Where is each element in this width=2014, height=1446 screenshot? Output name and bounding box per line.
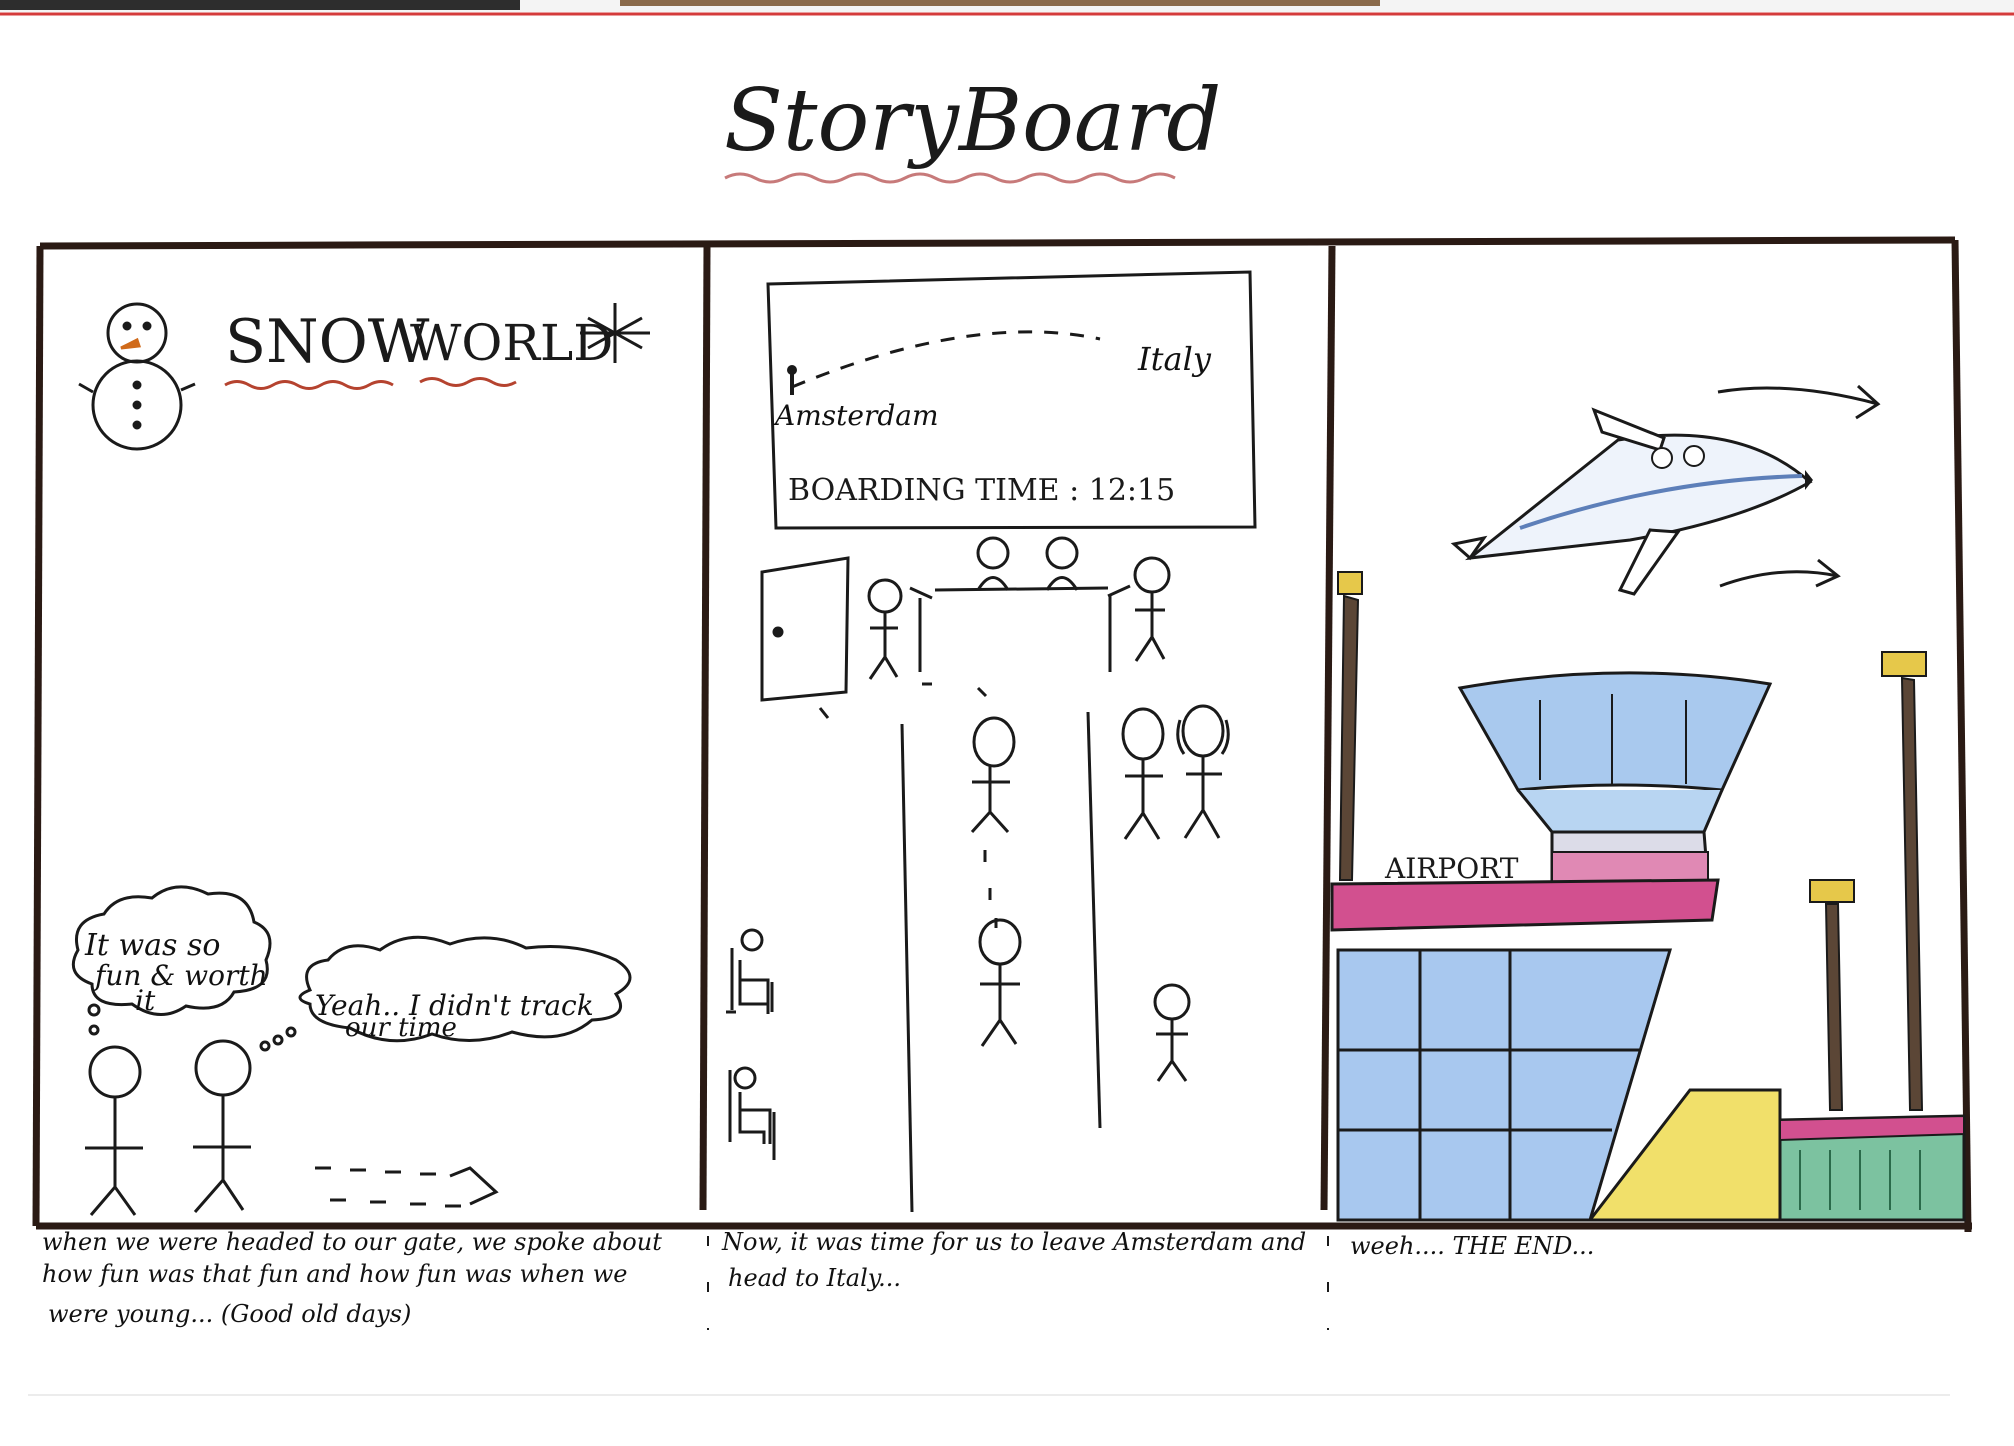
thought-bubble-2: Yeah.. I didn't track our time: [259, 935, 632, 1052]
snow-underline: [224, 380, 394, 390]
terminal-building: [1330, 878, 1966, 1222]
page-title: StoryBoard: [724, 71, 1221, 171]
bubble-1-line-1: It was so: [84, 928, 220, 963]
gate-counter: [909, 584, 1131, 672]
caption-2-line-2: head to Italy...: [728, 1264, 901, 1292]
panel-1: SNOW WORLD It was so fun & worth it Yeah…: [71, 302, 650, 1216]
panel-3: AIRPORT: [1330, 384, 1966, 1222]
light-pole-right-bottom: [1809, 879, 1855, 1111]
motion-lines: [315, 1166, 499, 1208]
person-left: [867, 578, 903, 680]
bubble-1-line-2: fun & worth: [93, 959, 268, 992]
motion-arrow-bottom: [1719, 558, 1841, 588]
bubble-1-line-3: it: [135, 984, 156, 1017]
title-underline: [724, 172, 1176, 184]
passenger-2: [978, 918, 1022, 1047]
passenger-3: [1121, 707, 1165, 840]
passenger-4: [1176, 704, 1230, 839]
motion-arrow-top: [1717, 384, 1881, 420]
stick-figure-1: [85, 1045, 143, 1216]
passenger-5: [1153, 983, 1191, 1082]
snow-heading: SNOW: [225, 307, 430, 377]
world-underline: [419, 377, 517, 387]
light-pole-left: [1337, 571, 1363, 881]
origin-city: Amsterdam: [772, 399, 939, 432]
caption-3-line-1: weeh.... THE END...: [1350, 1232, 1594, 1260]
light-pole-right-top: [1881, 651, 1927, 1111]
stick-figure-2: [193, 1039, 252, 1213]
panel-2: Amsterdam Italy BOARDING TIME : 12:15: [726, 270, 1257, 1213]
thought-bubble-1: It was so fun & worth it: [71, 885, 272, 1036]
person-right: [1133, 556, 1171, 662]
bubble-2-line-2: our time: [345, 1013, 457, 1043]
boarding-time: BOARDING TIME : 12:15: [788, 473, 1175, 508]
staff-2: [1045, 536, 1079, 591]
airport-sign: AIRPORT: [1384, 852, 1519, 885]
caption-1-line-1: when we were headed to our gate, we spok…: [42, 1228, 662, 1256]
caption-1-line-3: were young... (Good old days): [48, 1300, 411, 1328]
seated-person-1: [726, 928, 774, 1014]
door-icon: [760, 556, 850, 702]
storyboard-sheet: StoryBoard SNOW WORLD It was so fun & wo…: [0, 0, 2014, 1446]
corridor: [818, 682, 1102, 1213]
destination-city: Italy: [1137, 340, 1212, 378]
caption-2-line-1: Now, it was time for us to leave Amsterd…: [721, 1228, 1306, 1256]
airplane-icon: [1450, 407, 1813, 596]
captions: when we were headed to our gate, we spok…: [42, 1228, 1594, 1330]
passenger-1: [970, 716, 1016, 834]
snowman-icon: [78, 302, 196, 451]
seated-person-2: [728, 1066, 776, 1160]
caption-1-line-2: how fun was that fun and how fun was whe…: [42, 1260, 628, 1288]
world-heading: WORLD: [410, 314, 613, 372]
staff-1: [976, 536, 1010, 591]
